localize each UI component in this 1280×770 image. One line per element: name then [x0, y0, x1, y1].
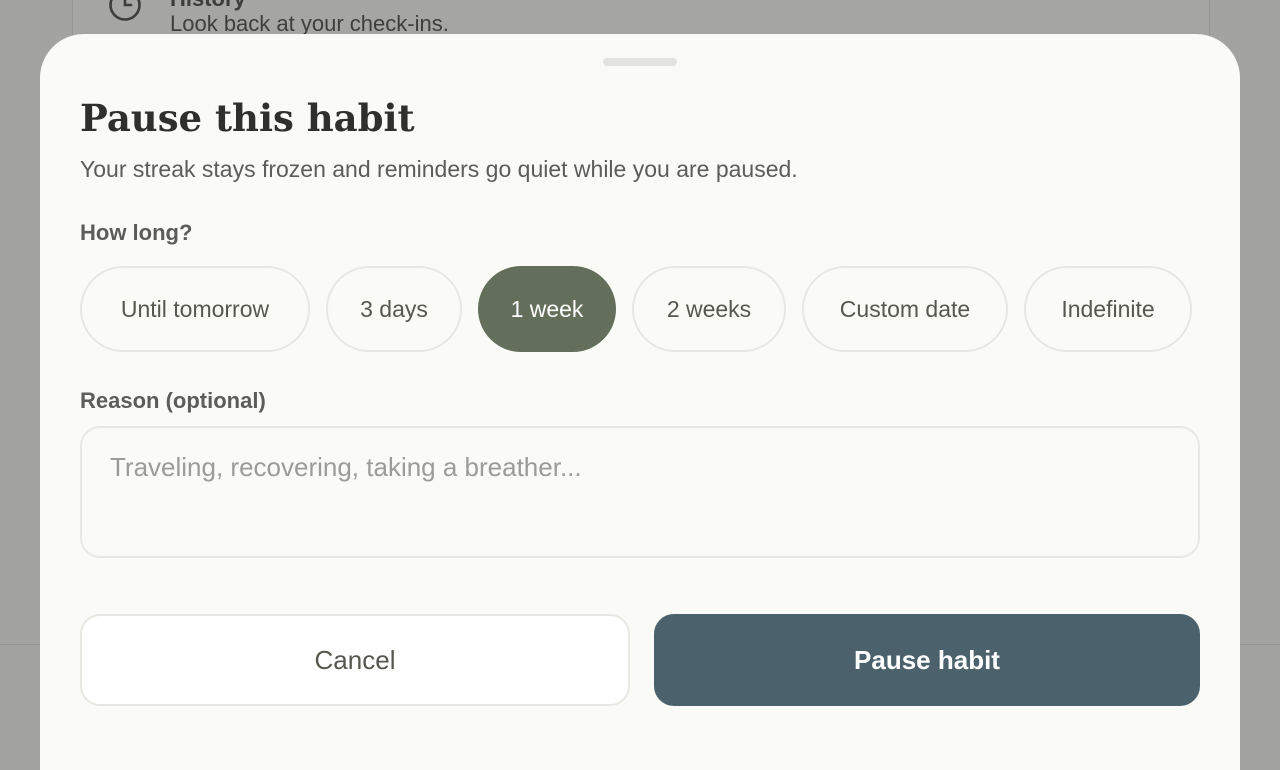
cancel-button[interactable]: Cancel [80, 614, 630, 706]
duration-chip-until-tomorrow[interactable]: Until tomorrow [80, 266, 310, 352]
sheet-subtitle: Your streak stays frozen and reminders g… [80, 156, 798, 182]
duration-label: How long? [80, 220, 193, 245]
clock-icon [109, 0, 141, 21]
reason-input[interactable] [80, 426, 1200, 558]
sheet-grabber-handle[interactable] [603, 58, 677, 66]
duration-chip-3-days[interactable]: 3 days [326, 266, 462, 352]
pause-habit-button[interactable]: Pause habit [654, 614, 1200, 706]
duration-chip-1-week[interactable]: 1 week [478, 266, 616, 352]
sheet-title: Pause this habit [80, 96, 415, 140]
duration-chip-2-weeks[interactable]: 2 weeks [632, 266, 786, 352]
pause-habit-sheet: Pause this habit Your streak stays froze… [40, 34, 1240, 770]
reason-label: Reason (optional) [80, 388, 266, 413]
duration-chip-indefinite[interactable]: Indefinite [1024, 266, 1192, 352]
duration-chip-custom-date[interactable]: Custom date [802, 266, 1008, 352]
